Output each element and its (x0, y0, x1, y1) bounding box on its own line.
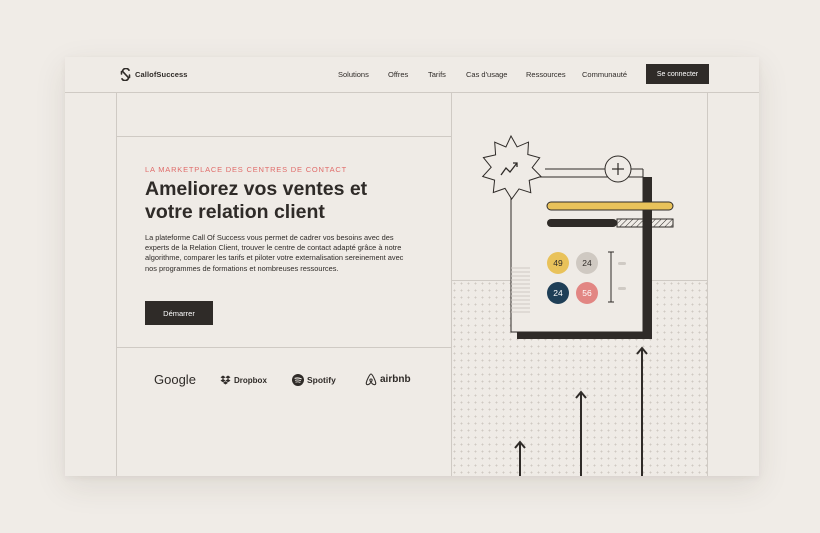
plus-icon (604, 155, 632, 183)
hero-illustration: 49 24 24 56 (481, 134, 674, 476)
dashboard-card (510, 176, 644, 333)
svg-text:56: 56 (582, 288, 592, 298)
pill-marker (618, 262, 626, 265)
svg-text:24: 24 (553, 288, 563, 298)
bubble-56: 56 (576, 282, 598, 304)
bubble-49: 49 (547, 252, 569, 274)
browser-window: CallofSuccess Solutions Offres Tarifs Ca… (65, 57, 759, 476)
progress-bar-hatched (616, 218, 674, 228)
progress-bar-dark (547, 219, 617, 227)
arrow-up-icon (636, 346, 648, 476)
arrow-up-icon (514, 440, 526, 476)
svg-text:49: 49 (553, 258, 563, 268)
arrow-up-icon (575, 390, 587, 476)
progress-bar-yellow (546, 201, 674, 211)
svg-text:24: 24 (582, 258, 592, 268)
pill-marker (618, 287, 626, 290)
bubble-24-grey: 24 (576, 252, 598, 274)
bubble-24-navy: 24 (547, 282, 569, 304)
